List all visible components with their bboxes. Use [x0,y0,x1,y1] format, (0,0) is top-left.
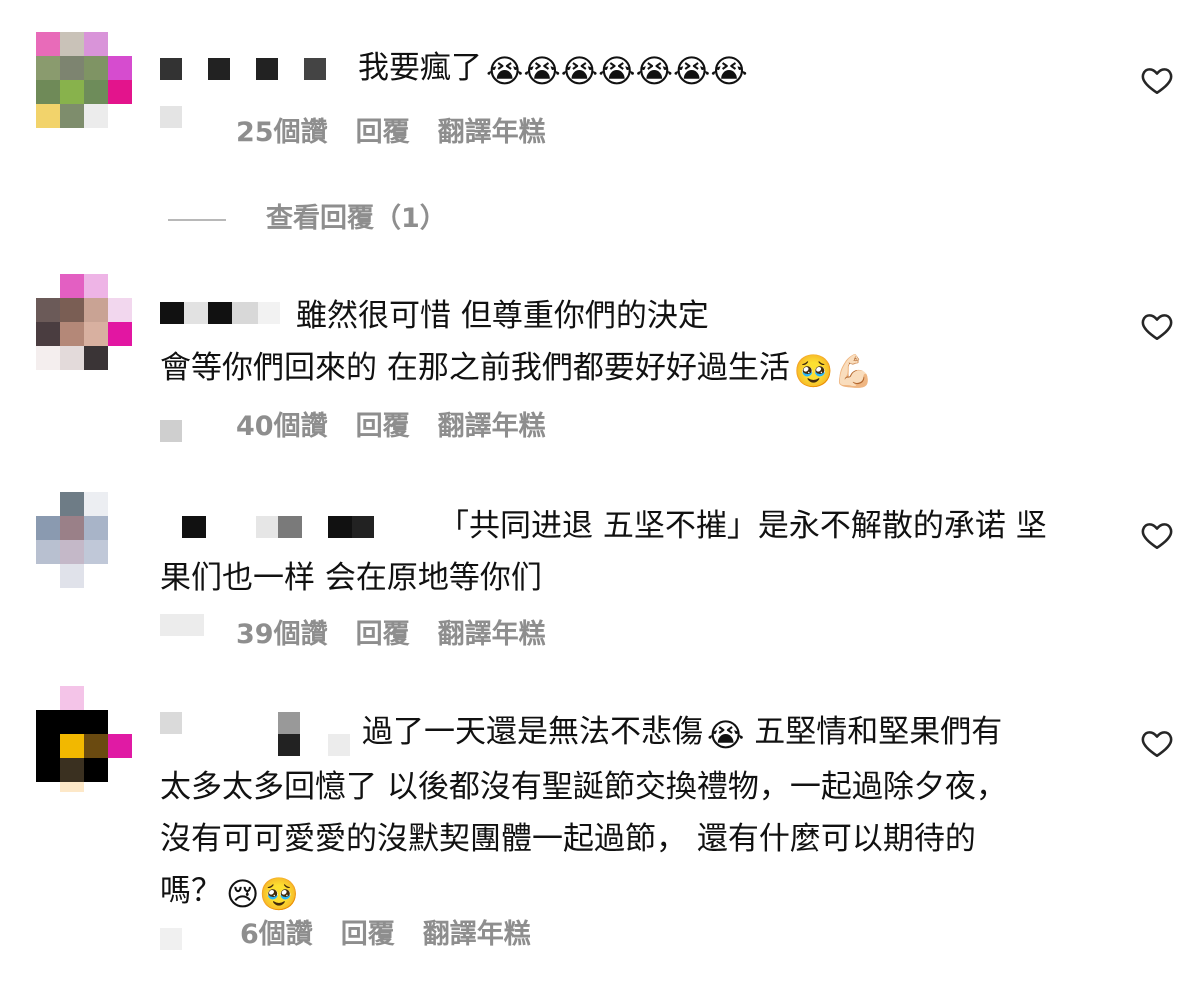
like-count: 25個讚 [236,117,328,148]
heart-outline-icon[interactable] [1140,518,1174,552]
avatar[interactable] [36,274,132,370]
like-count: 39個讚 [236,619,328,650]
heart-outline-icon[interactable] [1140,726,1174,760]
comment-text: 「共同进退 五坚不摧」是永不解散的承诺 坚 果们也一样 会在原地等你们 [160,508,1047,596]
comment-actions: 25個讚 回覆 翻譯年糕 [236,110,574,149]
avatar[interactable] [36,32,132,128]
like-count: 40個讚 [236,411,328,442]
comment-text: 過了一天還是無法不悲傷 😭 五堅情和堅果們有 太多太多回憶了 以後都沒有聖誕節交換… [160,706,1120,920]
comment-text: 雖然很可惜 但尊重你們的決定 會等你們回來的 在那之前我們都要好好過生活 🥹💪🏻 [160,290,1120,397]
view-replies-button[interactable]: 查看回覆（1） [168,196,447,235]
heart-outline-icon[interactable] [1140,309,1174,343]
translate-button[interactable]: 翻譯年糕 [438,117,546,148]
reply-button[interactable]: 回覆 [356,411,410,442]
comment-actions: 39個讚 回覆 翻譯年糕 [236,612,574,651]
reply-button[interactable]: 回覆 [356,619,410,650]
translate-button[interactable]: 翻譯年糕 [423,919,531,950]
comment-actions: 40個讚 回覆 翻譯年糕 [236,404,574,443]
reply-button[interactable]: 回覆 [341,919,395,950]
translate-button[interactable]: 翻譯年糕 [438,411,546,442]
avatar[interactable] [36,686,132,792]
replies-divider [168,218,226,221]
pleading-face-emoji: 🥹💪🏻 [793,352,874,390]
loudly-crying-emoji: 😭 [707,716,745,754]
heart-outline-icon[interactable] [1140,63,1174,97]
avatar[interactable] [36,492,132,588]
comment-text: 我要瘋了 😭😭😭😭😭😭😭 [358,42,1200,97]
loudly-crying-emoji: 😭😭😭😭😭😭😭 [486,52,748,90]
translate-button[interactable]: 翻譯年糕 [438,619,546,650]
comment-actions: 6個讚 回覆 翻譯年糕 [240,912,559,951]
reply-button[interactable]: 回覆 [356,117,410,148]
like-count: 6個讚 [240,919,313,950]
